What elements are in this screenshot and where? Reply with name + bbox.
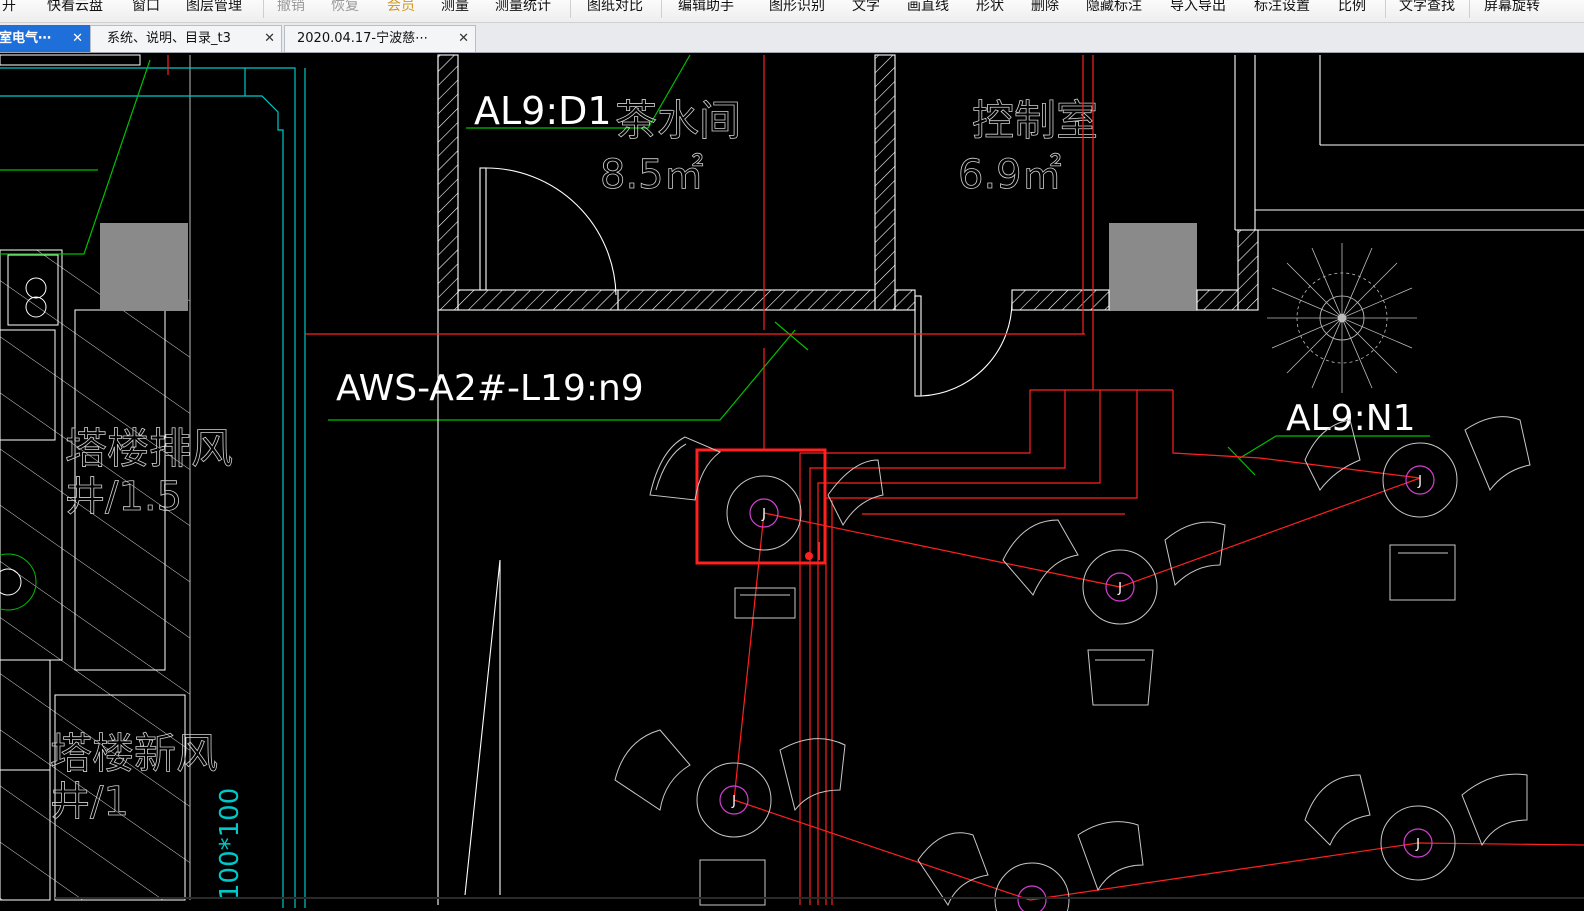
toolbar-separator <box>263 0 264 18</box>
shaft-exhaust-size: 井/1.5 <box>65 474 182 520</box>
junction-label: J <box>731 794 736 809</box>
toolbar-button[interactable]: 快看云盘 <box>47 0 103 21</box>
document-tab-bar: 室电气⋯ ✕ 系统、说明、目录_t3 ✕ 2020.04.17-宁波慈⋯ ✕ <box>0 23 1584 53</box>
tab-close-icon[interactable]: ✕ <box>72 26 83 52</box>
structural-column <box>1109 223 1197 311</box>
toolbar-button[interactable]: 图层管理 <box>186 0 242 21</box>
toolbar-button[interactable]: 形状 <box>976 0 1004 21</box>
toolbar-separator <box>1469 0 1470 18</box>
junction-label: J <box>1117 581 1122 596</box>
toolbar-button[interactable]: 会员 <box>387 0 415 21</box>
furniture <box>614 416 1531 911</box>
room-name-tea: 茶水间 <box>615 96 741 145</box>
shaft-fresh-size: 井/1 <box>50 779 129 825</box>
junction-boxes <box>719 465 1435 911</box>
tab-close-icon[interactable]: ✕ <box>264 26 275 52</box>
toolbar-button[interactable]: 标注设置 <box>1254 0 1310 21</box>
toolbar-button[interactable]: 编辑助手 <box>678 0 734 21</box>
shaft-fresh-label: 塔楼新风 <box>50 729 218 778</box>
label-al9-d1: AL9:D1 <box>474 89 612 133</box>
duct-size-label: 100*100 <box>215 788 245 900</box>
toolbar-button[interactable]: 测量统计 <box>495 0 551 21</box>
tab-close-icon[interactable]: ✕ <box>458 26 469 52</box>
tab-label: 室电气⋯ <box>0 31 52 46</box>
shaft-exhaust-label: 塔楼排风 <box>65 424 233 473</box>
junction-label: J <box>761 507 766 522</box>
toolbar-button[interactable]: 画直线 <box>907 0 949 21</box>
toolbar-button[interactable]: 恢复 <box>331 0 359 21</box>
label-al9-n1: AL9:N1 <box>1286 398 1416 439</box>
tab-label: 系统、说明、目录_t3 <box>107 31 231 46</box>
label-aws: AWS-A2#-L19:n9 <box>336 368 644 409</box>
room-area-control: 6.9㎡ <box>958 152 1062 198</box>
toolbar-button[interactable]: 测量 <box>441 0 469 21</box>
junction-label: J <box>1417 474 1422 489</box>
toolbar-button[interactable]: 屏幕旋转 <box>1484 0 1540 21</box>
tab-document-3[interactable]: 2020.04.17-宁波慈⋯ ✕ <box>284 25 476 52</box>
toolbar-button[interactable]: 比例 <box>1338 0 1366 21</box>
toolbar-button[interactable]: 文字 <box>852 0 880 21</box>
toolbar-separator <box>661 0 662 18</box>
toolbar-button[interactable]: 文字查找 <box>1399 0 1455 21</box>
drawing-canvas[interactable]: 100*100 茶水间 8.5㎡ 控制室 6.9㎡ 塔楼排风 井/1.5 塔楼新… <box>0 53 1584 911</box>
junction-label: J <box>1415 837 1420 852</box>
horizontal-scrollbar[interactable] <box>55 897 1584 899</box>
tab-label: 2020.04.17-宁波慈⋯ <box>297 31 429 46</box>
structural-column <box>100 223 188 311</box>
tab-document-1[interactable]: 室电气⋯ ✕ <box>0 25 90 52</box>
toolbar-button[interactable]: 窗口 <box>132 0 160 21</box>
main-toolbar: 打开 快看云盘 窗口 图层管理 撤销 恢复 会员 测量 测量统计 图纸对比 编辑助手 图形识别 文字 画直… <box>0 0 1584 23</box>
toolbar-button[interactable]: 打开 <box>0 0 16 21</box>
toolbar-separator <box>1385 0 1386 18</box>
room-area-tea: 8.5㎡ <box>600 152 704 198</box>
toolbar-button[interactable]: 导入导出 <box>1170 0 1226 21</box>
toolbar-button[interactable]: 隐藏标注 <box>1086 0 1142 21</box>
selection-grip[interactable] <box>805 552 813 560</box>
toolbar-button[interactable]: 图纸对比 <box>587 0 643 21</box>
toolbar-button[interactable]: 删除 <box>1031 0 1059 21</box>
toolbar-separator <box>570 0 571 18</box>
plant-icon <box>1267 243 1417 393</box>
toolbar-button[interactable]: 撤销 <box>277 0 305 21</box>
room-name-control: 控制室 <box>972 96 1098 145</box>
tab-document-2[interactable]: 系统、说明、目录_t3 ✕ <box>90 25 282 52</box>
room-labels: 茶水间 8.5㎡ 控制室 6.9㎡ 塔楼排风 井/1.5 塔楼新风 井/1 <box>50 96 1099 826</box>
junction-labels: J J J J J <box>731 474 1422 852</box>
toolbar-button[interactable]: 图形识别 <box>769 0 825 21</box>
